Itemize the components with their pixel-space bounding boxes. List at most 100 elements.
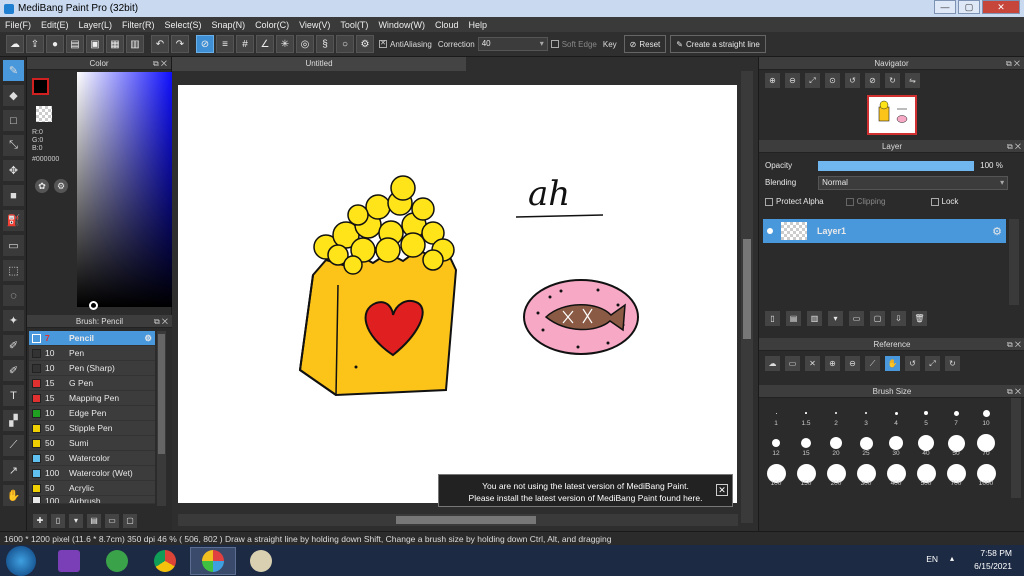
rotate-left-icon[interactable]: ↺ <box>845 72 860 88</box>
brush-item[interactable]: 50 Acrylic <box>29 481 155 496</box>
brush-size-cell[interactable]: 2 <box>821 398 851 428</box>
blur-tool-icon[interactable]: ⤡ <box>3 135 24 156</box>
bucket-tool-icon[interactable]: ⛽ <box>3 210 24 231</box>
menu-color[interactable]: Color(C) <box>250 20 294 30</box>
canvas-horizontal-scrollbar[interactable] <box>178 514 738 526</box>
eyedropper-icon[interactable]: ⟋ <box>865 355 880 371</box>
document-icon[interactable]: ▤ <box>66 35 84 53</box>
blending-select[interactable]: Normal <box>818 175 1009 190</box>
eyedropper-tool-icon[interactable]: ⟋ <box>3 435 24 456</box>
menu-window[interactable]: Window(W) <box>373 20 430 30</box>
redo-icon[interactable]: ↷ <box>171 35 189 53</box>
snap-curve-icon[interactable]: § <box>316 35 334 53</box>
canvas-vertical-scrollbar[interactable] <box>741 71 753 523</box>
menu-edit[interactable]: Edit(E) <box>36 20 74 30</box>
select-eraser-tool-icon[interactable]: ✐ <box>3 360 24 381</box>
panel-popout-close-icon[interactable]: ⧉ ✕ <box>154 315 168 328</box>
add-layer-menu-icon[interactable]: ▾ <box>828 311 843 326</box>
brush-size-cell[interactable]: 1.5 <box>791 398 821 428</box>
brush-item[interactable]: 50 Stipple Pen <box>29 421 155 436</box>
brush-item[interactable]: 50 Sumi <box>29 436 155 451</box>
taskbar-chrome[interactable] <box>142 547 188 575</box>
new-halftone-layer-icon[interactable]: ▤ <box>786 311 801 326</box>
flip-icon[interactable]: ⇋ <box>905 72 920 88</box>
brush-size-cell[interactable]: 700 <box>941 458 971 488</box>
brush-size-cell[interactable]: 3 <box>851 398 881 428</box>
add-menu-icon[interactable]: ▾ <box>69 514 83 528</box>
snap-ellipse-icon[interactable]: ○ <box>336 35 354 53</box>
opacity-slider[interactable] <box>818 160 975 171</box>
new-page-icon[interactable]: ▯ <box>51 514 65 528</box>
folder-icon[interactable]: ▭ <box>105 514 119 528</box>
new-8bit-layer-icon[interactable]: ▥ <box>807 311 822 326</box>
panel-popout-close-icon[interactable]: ⧉ ✕ <box>1007 140 1021 153</box>
brush-size-cell[interactable]: 300 <box>851 458 881 488</box>
straight-line-button[interactable]: ✎ Create a straight line <box>670 35 766 53</box>
menu-view[interactable]: View(V) <box>294 20 335 30</box>
brush-item[interactable]: 15 G Pen <box>29 376 155 391</box>
snap-radial-icon[interactable]: ✳ <box>276 35 294 53</box>
menu-help[interactable]: Help <box>463 20 492 30</box>
secondary-color-swatch[interactable] <box>36 106 52 122</box>
reset-button[interactable]: ⊘ Reset <box>623 35 667 53</box>
rotate-right-icon[interactable]: ↻ <box>945 355 960 371</box>
folder-icon[interactable]: ▭ <box>849 311 864 326</box>
rotate-reset-icon[interactable]: ⊘ <box>865 72 880 88</box>
brush-size-cell[interactable]: 4 <box>881 398 911 428</box>
fit-window-icon[interactable]: ⤢ <box>925 355 940 371</box>
layer-item[interactable]: Layer1 ⚙ <box>763 219 1006 243</box>
brush-item[interactable]: 100 Watercolor (Wet) <box>29 466 155 481</box>
close-icon[interactable]: ✕ <box>716 484 728 496</box>
page-icon[interactable]: ▥ <box>126 35 144 53</box>
brush-size-cell[interactable]: 7 <box>941 398 971 428</box>
fill-rect-tool-icon[interactable]: ■ <box>3 185 24 206</box>
snap-grid-icon[interactable]: # <box>236 35 254 53</box>
duplicate-icon[interactable]: ▢ <box>123 514 137 528</box>
brush-size-cell[interactable]: 1000 <box>971 458 1001 488</box>
rotate-left-icon[interactable]: ↺ <box>905 355 920 371</box>
snap-off-icon[interactable]: ⊘ <box>196 35 214 53</box>
brush-size-cell[interactable]: 1 <box>761 398 791 428</box>
brush-size-cell[interactable]: 50 <box>941 428 971 458</box>
panel-popout-close-icon[interactable]: ⧉ ✕ <box>1007 385 1021 398</box>
brush-size-cell[interactable]: 15 <box>791 428 821 458</box>
menu-snap[interactable]: Snap(N) <box>207 20 251 30</box>
operation-tool-icon[interactable]: ↗ <box>3 460 24 481</box>
brush-size-cell[interactable]: 400 <box>881 458 911 488</box>
gear-icon[interactable]: ⚙ <box>144 333 152 344</box>
trash-icon[interactable]: 🗑 <box>912 311 927 326</box>
palette-settings-icon[interactable]: ⚙ <box>54 179 68 193</box>
taskbar-medibang[interactable] <box>190 546 236 575</box>
brush-size-scrollbar[interactable] <box>1011 398 1021 498</box>
layers-icon[interactable]: ▦ <box>106 35 124 53</box>
brush-size-cell[interactable]: 12 <box>761 428 791 458</box>
brush-item[interactable]: 50 Watercolor <box>29 451 155 466</box>
snap-parallel-icon[interactable]: ≡ <box>216 35 234 53</box>
tray-chevron-icon[interactable]: ▴ <box>950 554 954 563</box>
merge-down-icon[interactable]: ⇩ <box>891 311 906 326</box>
clipping-checkbox[interactable] <box>845 197 854 206</box>
zoom-out-icon[interactable]: ⊖ <box>785 72 800 88</box>
select-pen-tool-icon[interactable]: ✐ <box>3 335 24 356</box>
lock-checkbox[interactable] <box>930 197 939 206</box>
scroll-thumb[interactable] <box>743 239 751 339</box>
soft-edge-checkbox[interactable]: Soft Edge <box>550 40 597 49</box>
primary-color-swatch[interactable] <box>32 78 49 95</box>
brush-list-scrollbar[interactable] <box>157 331 166 506</box>
brush-size-cell[interactable]: 20 <box>821 428 851 458</box>
divide-tool-icon[interactable]: ▞ <box>3 410 24 431</box>
taskbar-visual-studio[interactable] <box>46 547 92 575</box>
system-clock[interactable]: 7:58 PM 6/15/2021 <box>974 547 1012 573</box>
magic-wand-tool-icon[interactable]: ✦ <box>3 310 24 331</box>
snap-circle-icon[interactable]: ◎ <box>296 35 314 53</box>
brush-size-cell[interactable]: 30 <box>881 428 911 458</box>
update-notice[interactable]: You are not using the latest version of … <box>438 474 733 507</box>
brush-size-cell[interactable]: 40 <box>911 428 941 458</box>
menu-filter[interactable]: Filter(R) <box>117 20 160 30</box>
navigator-preview[interactable] <box>867 95 917 135</box>
layer-visibility-icon[interactable] <box>767 228 773 234</box>
saturation-value-picker[interactable] <box>77 72 178 307</box>
hand-icon[interactable]: ✋ <box>885 355 900 371</box>
brush-item[interactable]: 10 Edge Pen <box>29 406 155 421</box>
brush-size-cell[interactable]: 500 <box>911 458 941 488</box>
